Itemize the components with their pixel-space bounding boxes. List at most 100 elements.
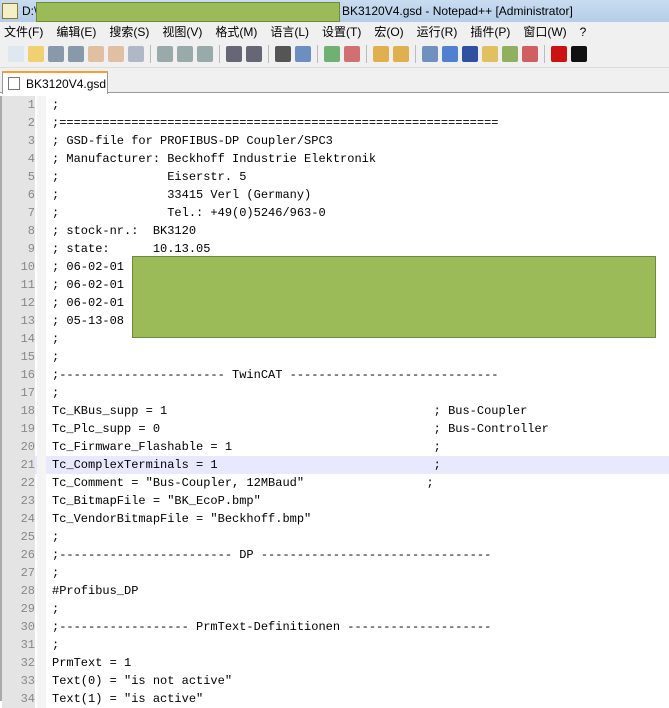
fold-margin: [37, 438, 46, 456]
editor-line[interactable]: 19 Tc_Plc_supp = 0 ; Bus-Controller: [2, 420, 669, 438]
zoom-out-icon[interactable]: [344, 46, 360, 62]
line-number: 6: [2, 186, 35, 204]
menu-item-4[interactable]: 格式(M): [215, 23, 257, 40]
line-text: ; 06-02-01: [52, 260, 125, 274]
save-all-icon[interactable]: [68, 46, 84, 62]
line-number: 4: [2, 150, 35, 168]
editor-line[interactable]: 34 Text(1) = "is active": [2, 690, 669, 708]
editor-line[interactable]: 22 Tc_Comment = "Bus-Coupler, 12MBaud" ;: [2, 474, 669, 492]
fold-margin: [37, 456, 46, 474]
line-text: ;: [52, 602, 60, 616]
function-list-icon[interactable]: [522, 46, 538, 62]
doc-map-icon[interactable]: [502, 46, 518, 62]
toolbar-separator: [150, 45, 151, 63]
line-text: ;: [52, 566, 60, 580]
editor-line[interactable]: 2 ;======================================…: [2, 114, 669, 132]
close-icon[interactable]: [88, 46, 104, 62]
zoom-in-icon[interactable]: [324, 46, 340, 62]
menu-item-11[interactable]: ?: [580, 25, 587, 39]
editor-line[interactable]: 21 Tc_ComplexTerminals = 1 ;: [2, 456, 669, 474]
tab-bk3120v4[interactable]: BK3120V4.gsd: [2, 71, 108, 94]
line-number: 28: [2, 582, 35, 600]
editor-line[interactable]: 8 ; stock-nr.: BK3120: [2, 222, 669, 240]
editor-line[interactable]: 23 Tc_BitmapFile = "BK_EcoP.bmp": [2, 492, 669, 510]
undo-icon[interactable]: [226, 46, 242, 62]
editor-line[interactable]: 29;: [2, 600, 669, 618]
editor-line[interactable]: 6 ; 33415 Verl (Germany): [2, 186, 669, 204]
line-number: 10: [2, 258, 35, 276]
line-number: 7: [2, 204, 35, 222]
editor-line[interactable]: 4 ; Manufacturer: Beckhoff Industrie Elek…: [2, 150, 669, 168]
open-icon[interactable]: [28, 46, 44, 62]
toolbar: [0, 41, 669, 68]
copy-icon[interactable]: [177, 46, 193, 62]
line-text: Tc_Comment = "Bus-Coupler, 12MBaud" ;: [52, 476, 434, 490]
fold-margin: [37, 636, 46, 654]
editor-line[interactable]: 18 Tc_KBus_supp = 1 ; Bus-Coupler: [2, 402, 669, 420]
stop-macro-icon[interactable]: [571, 46, 587, 62]
line-number: 19: [2, 420, 35, 438]
editor-line[interactable]: 32 PrmText = 1: [2, 654, 669, 672]
cut-icon[interactable]: [157, 46, 173, 62]
editor-line[interactable]: 5 ; Eiserstr. 5: [2, 168, 669, 186]
indent-guide-icon[interactable]: [462, 46, 478, 62]
menu-item-8[interactable]: 运行(R): [417, 23, 458, 40]
line-text: ; GSD-file for PROFIBUS-DP Coupler/SPC3: [52, 134, 333, 148]
editor-line[interactable]: 15;: [2, 348, 669, 366]
menu-item-1[interactable]: 编辑(E): [56, 23, 96, 40]
show-all-chars-icon[interactable]: [442, 46, 458, 62]
paste-icon[interactable]: [197, 46, 213, 62]
editor-line[interactable]: 27;: [2, 564, 669, 582]
editor-line[interactable]: 26 ;------------------------ DP ---------…: [2, 546, 669, 564]
sync-h-icon[interactable]: [393, 46, 409, 62]
redo-icon[interactable]: [246, 46, 262, 62]
editor-line[interactable]: 33 Text(0) = "is not active": [2, 672, 669, 690]
save-icon[interactable]: [48, 46, 64, 62]
fold-margin: [37, 672, 46, 690]
editor-line[interactable]: 16 ;----------------------- TwinCAT -----…: [2, 366, 669, 384]
line-number: 25: [2, 528, 35, 546]
saved-file-icon: [8, 77, 20, 90]
editor-line[interactable]: 20 Tc_Firmware_Flashable = 1 ;: [2, 438, 669, 456]
menu-item-10[interactable]: 窗口(W): [523, 23, 566, 40]
menu-item-5[interactable]: 语言(L): [270, 23, 309, 40]
editor-line[interactable]: 24 Tc_VendorBitmapFile = "Beckhoff.bmp": [2, 510, 669, 528]
new-icon[interactable]: [8, 46, 24, 62]
editor-line[interactable]: 31;: [2, 636, 669, 654]
word-wrap-icon[interactable]: [422, 46, 438, 62]
menu-item-0[interactable]: 文件(F): [4, 23, 43, 40]
close-all-icon[interactable]: [108, 46, 124, 62]
line-text: Text(1) = "is active": [52, 692, 204, 706]
editor-line[interactable]: 3 ; GSD-file for PROFIBUS-DP Coupler/SPC3: [2, 132, 669, 150]
editor-line[interactable]: 28 #Profibus_DP: [2, 582, 669, 600]
line-text: ;: [52, 350, 60, 364]
editor-line[interactable]: 17;: [2, 384, 669, 402]
fold-margin: [37, 492, 46, 510]
record-macro-icon[interactable]: [551, 46, 567, 62]
editor-line[interactable]: 7 ; Tel.: +49(0)5246/963-0: [2, 204, 669, 222]
fold-margin: [37, 420, 46, 438]
text-editor[interactable]: 1; 2 ;====================================…: [0, 96, 669, 708]
menu-item-6[interactable]: 设置(T): [322, 23, 361, 40]
menu-item-7[interactable]: 宏(O): [374, 23, 403, 40]
line-text: Tc_ComplexTerminals = 1 ;: [52, 458, 441, 472]
menu-item-9[interactable]: 插件(P): [470, 23, 510, 40]
editor-line[interactable]: 25;: [2, 528, 669, 546]
fold-margin: [37, 618, 46, 636]
menu-item-2[interactable]: 搜索(S): [109, 23, 149, 40]
editor-line[interactable]: 30 ;------------------ PrmText-Definition…: [2, 618, 669, 636]
sync-v-icon[interactable]: [373, 46, 389, 62]
line-text: ; 06-02-01: [52, 296, 125, 310]
menu-item-3[interactable]: 视图(V): [162, 23, 202, 40]
find-icon[interactable]: [275, 46, 291, 62]
line-text: Tc_BitmapFile = "BK_EcoP.bmp": [52, 494, 261, 508]
fold-margin: [37, 510, 46, 528]
udl-icon[interactable]: [482, 46, 498, 62]
fold-margin: [37, 222, 46, 240]
fold-margin: [37, 330, 46, 348]
editor-line[interactable]: 1;: [2, 96, 669, 114]
print-icon[interactable]: [128, 46, 144, 62]
line-number: 31: [2, 636, 35, 654]
fold-margin: [37, 654, 46, 672]
replace-icon[interactable]: [295, 46, 311, 62]
